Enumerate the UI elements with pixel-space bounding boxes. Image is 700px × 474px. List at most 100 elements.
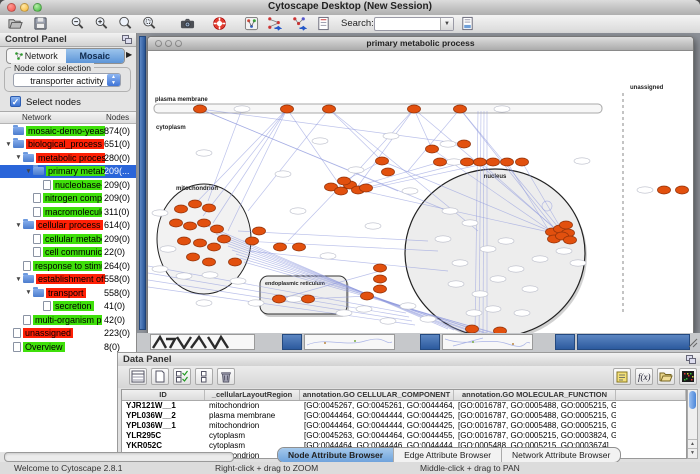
search-dropdown-icon[interactable]: ▼	[440, 18, 453, 30]
tree-row[interactable]: unassigned223(0)	[0, 327, 136, 341]
layout-network-icon[interactable]	[267, 16, 285, 31]
network-node[interactable]	[246, 237, 259, 245]
zoom-in-icon[interactable]	[94, 16, 112, 31]
network-node[interactable]	[560, 221, 573, 229]
scroll-down-icon[interactable]: ▼	[688, 448, 697, 458]
import-attributes-icon[interactable]	[657, 368, 675, 385]
edge[interactable]	[238, 231, 428, 241]
table-row[interactable]: YLR295Ccytoplasm[GO:0045263, GO:0044464,…	[122, 431, 686, 441]
network-node[interactable]	[194, 105, 207, 113]
minimized-window-bar[interactable]	[555, 334, 575, 350]
network-node[interactable]	[302, 295, 315, 303]
table-column-header[interactable]: annotation.GO MOLECULAR_FUNCTION	[454, 390, 616, 400]
unselect-attributes-icon[interactable]	[195, 368, 213, 385]
minimized-window-bar[interactable]	[420, 334, 440, 350]
network-node[interactable]	[203, 204, 216, 212]
edge[interactable]	[228, 109, 287, 231]
network-node[interactable]	[253, 227, 266, 235]
table-row[interactable]: YJR121W__1mitochondrion[GO:0045267, GO:0…	[122, 401, 686, 411]
open-icon[interactable]	[8, 16, 26, 31]
layout-selected-icon[interactable]	[292, 16, 310, 31]
minimized-window-thumbnail[interactable]	[442, 334, 533, 350]
tree-row[interactable]: ▼primary metabo209(...	[0, 165, 136, 179]
search-text[interactable]	[376, 18, 440, 31]
notepad-icon[interactable]	[613, 368, 631, 385]
network-node[interactable]	[175, 205, 188, 213]
tab-network[interactable]: Network	[7, 49, 66, 63]
tab-edge-attribute-browser[interactable]: Edge Attribute Browser	[394, 448, 502, 462]
network-node[interactable]	[454, 105, 467, 113]
network-node[interactable]	[187, 253, 200, 261]
tree-row[interactable]: macromolecule311(0)	[0, 205, 136, 219]
network-node[interactable]	[218, 235, 231, 243]
network-node[interactable]	[198, 219, 211, 227]
minimized-window-thumbnail[interactable]	[150, 334, 255, 350]
network-node[interactable]	[281, 105, 294, 113]
tree-row[interactable]: ▼establishment of lo558(0)	[0, 273, 136, 287]
tree-row[interactable]: response to stimulu264(0)	[0, 259, 136, 273]
expander-icon[interactable]: ▼	[14, 154, 23, 161]
network-node[interactable]	[458, 140, 471, 148]
network-node[interactable]	[189, 200, 202, 208]
network-node[interactable]	[408, 105, 421, 113]
edge[interactable]	[414, 109, 432, 149]
scrollbar-thumb[interactable]	[689, 391, 696, 409]
network-node[interactable]	[382, 168, 395, 176]
tree-row[interactable]: ▼transport558(0)	[0, 286, 136, 300]
tree-row[interactable]: Overview8(0)	[0, 340, 136, 354]
network-node[interactable]	[274, 243, 287, 251]
tree-row[interactable]: cellular metabo209(0)	[0, 232, 136, 246]
select-nodes-checkbox[interactable]: ✓	[10, 96, 21, 107]
network-node[interactable]	[658, 186, 671, 194]
minimized-window-bar[interactable]	[282, 334, 302, 350]
network-node[interactable]	[170, 219, 183, 227]
network-node[interactable]	[194, 239, 207, 247]
tree-row[interactable]: ▼biological_process651(0)	[0, 138, 136, 152]
network-node[interactable]	[338, 177, 351, 185]
float-panel-icon[interactable]	[122, 35, 132, 44]
new-attribute-icon[interactable]	[151, 368, 169, 385]
network-node[interactable]	[501, 158, 514, 166]
tab-network-attribute-browser[interactable]: Network Attribute Browser	[502, 448, 620, 462]
zoom-out-icon[interactable]	[70, 16, 88, 31]
network-node[interactable]	[229, 258, 242, 266]
tree-row[interactable]: secretion41(0)	[0, 300, 136, 314]
table-row[interactable]: YPL036W__1mitochondrion[GO:0044464, GO:0…	[122, 421, 686, 431]
network-node[interactable]	[273, 295, 286, 303]
tree-row[interactable]: ▼metabolic process280(0)	[0, 151, 136, 165]
resize-grip-icon[interactable]	[686, 335, 698, 347]
table-scrollbar[interactable]: ▲ ▼	[687, 389, 698, 459]
expander-icon[interactable]: ▼	[14, 222, 23, 229]
help-icon[interactable]	[212, 16, 230, 31]
network-node[interactable]	[184, 222, 197, 230]
tab-mosaic[interactable]: Mosaic	[66, 49, 125, 63]
network-node[interactable]	[374, 275, 387, 283]
network-node[interactable]	[323, 105, 336, 113]
edge[interactable]	[200, 109, 464, 144]
network-node[interactable]	[203, 258, 216, 266]
node-color-dropdown[interactable]: transporter activity ▲▼	[13, 73, 121, 87]
network-node[interactable]	[376, 157, 389, 165]
delete-attribute-icon[interactable]	[217, 368, 235, 385]
edge[interactable]	[193, 109, 287, 206]
save-icon[interactable]	[33, 16, 51, 31]
network-node[interactable]	[516, 158, 529, 166]
edge[interactable]	[208, 109, 242, 201]
attribute-table-icon[interactable]	[129, 368, 147, 385]
expander-icon[interactable]: ▼	[24, 289, 33, 296]
mitochondrion-region[interactable]	[157, 184, 251, 294]
vizmapper-icon[interactable]	[244, 16, 262, 31]
minimized-window-bar[interactable]	[577, 334, 690, 350]
tab-overflow-icon[interactable]: ▶	[126, 50, 132, 59]
tree-row[interactable]: nitrogen compo209(0)	[0, 192, 136, 206]
network-node[interactable]	[461, 158, 474, 166]
tree-row[interactable]: nucleobase-209(0)	[0, 178, 136, 192]
table-column-header[interactable]: annotation.GO CELLULAR_COMPONENT	[300, 390, 454, 400]
minimized-window-strip[interactable]	[139, 36, 146, 330]
snapshot-icon[interactable]	[180, 16, 198, 31]
network-node[interactable]	[374, 285, 387, 293]
tree-row[interactable]: multi-organism pro42(0)	[0, 313, 136, 327]
network-node[interactable]	[360, 184, 373, 192]
table-column-header[interactable]: _cellularLayoutRegion	[205, 390, 300, 400]
network-node[interactable]	[361, 292, 374, 300]
